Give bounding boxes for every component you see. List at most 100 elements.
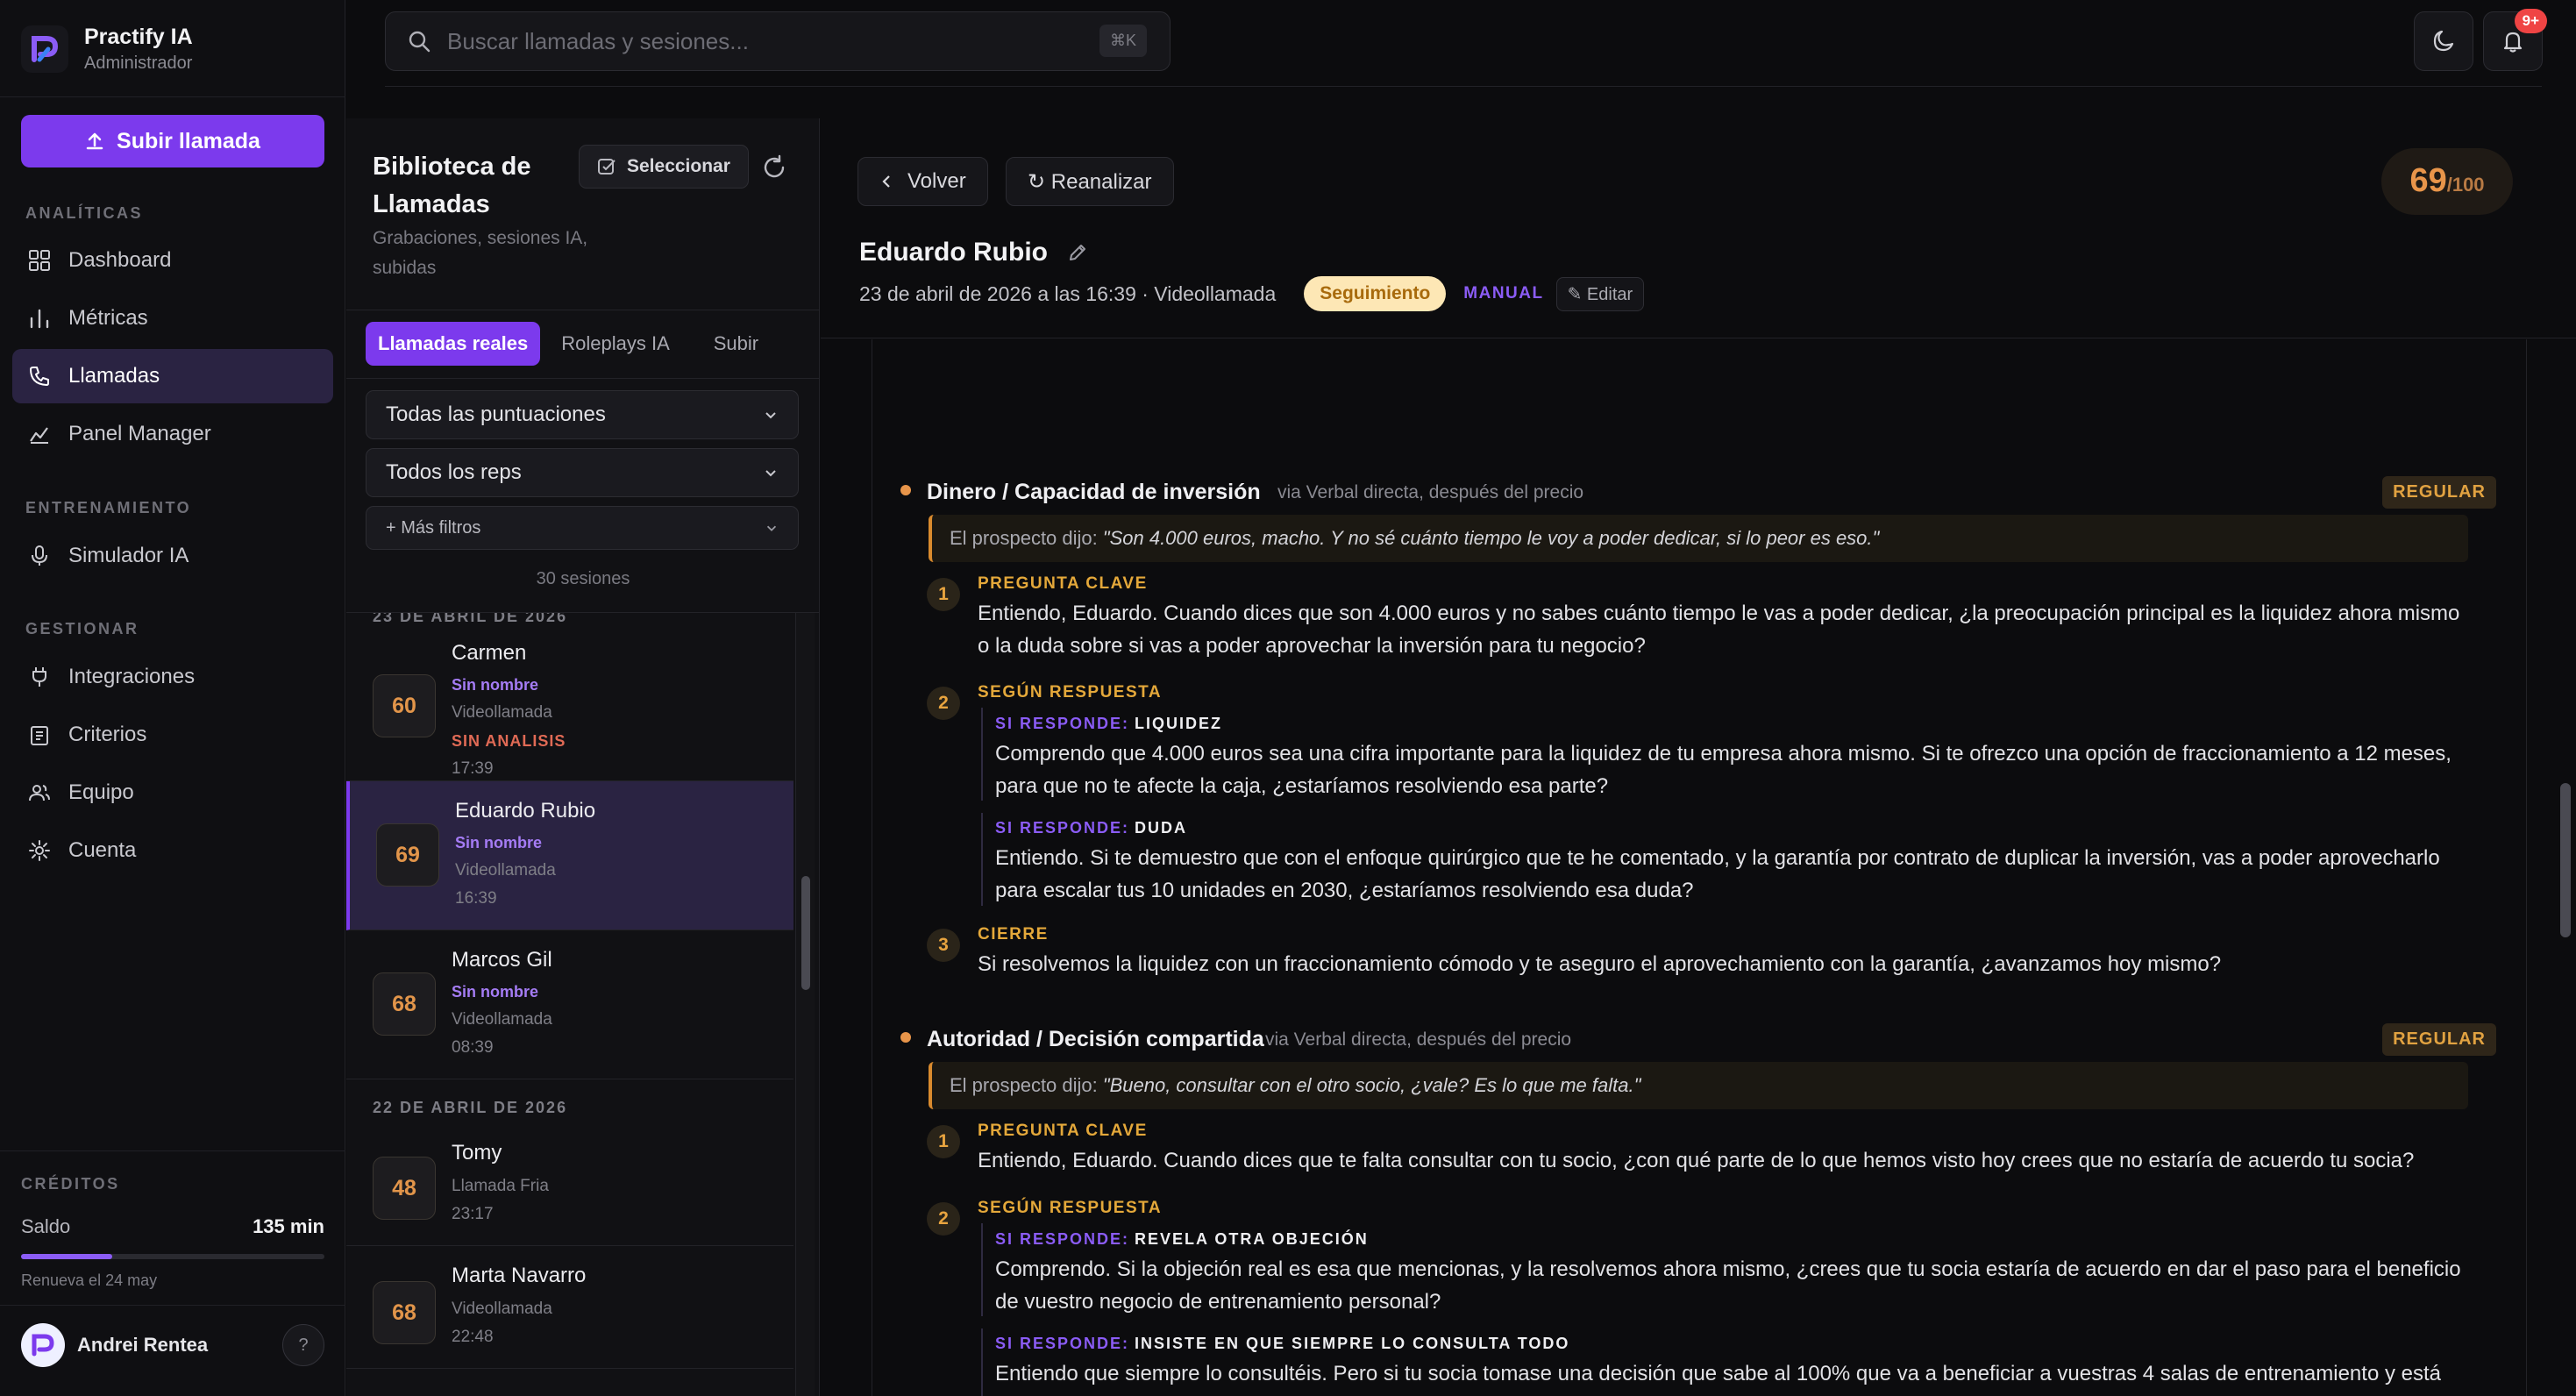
tab-llamadas-reales[interactable]: Llamadas reales: [366, 322, 541, 366]
notifications-button[interactable]: 9+: [2483, 9, 2547, 71]
upload-icon: [86, 132, 103, 150]
back-button[interactable]: Volver: [857, 157, 988, 206]
call-subtitle: 23 de abril de 2026 a las 16:39 · Videol…: [859, 276, 1645, 311]
sidebar-item-panel-manager[interactable]: Panel Manager: [12, 407, 333, 461]
call-status: SIN ANALISIS: [452, 732, 566, 750]
brand[interactable]: Practify IA Administrador: [21, 25, 193, 74]
brand-name: Practify IA: [84, 25, 193, 49]
sidebar-item-simulador[interactable]: Simulador IA: [12, 529, 333, 583]
more-filters-button[interactable]: + Más filtros: [366, 506, 799, 550]
upload-call-button[interactable]: Subir llamada: [21, 115, 324, 167]
sidebar-item-integraciones[interactable]: Integraciones: [12, 650, 333, 704]
tab-roleplays[interactable]: Roleplays IA: [549, 322, 682, 366]
step-label: CIERRE: [978, 925, 1049, 944]
call-contact-tag: Sin nombre: [455, 834, 543, 851]
objection-source: via Verbal directa, después del precio: [1277, 482, 1584, 502]
rep-filter-value: Todos los reps: [386, 460, 522, 484]
divider: [0, 1305, 345, 1306]
users-icon: [26, 780, 53, 806]
credits-label: CRÉDITOS: [21, 1175, 120, 1193]
call-type: Llamada Fria: [452, 1177, 549, 1195]
call-contact-tag: Sin nombre: [452, 676, 539, 694]
credits-progress-fill: [21, 1254, 112, 1259]
call-item-marcos-gil[interactable]: 68 Marcos Gil Sin nombre Videollamada 08…: [346, 930, 793, 1079]
call-name: Eduardo Rubio: [455, 799, 596, 823]
sidebar-item-metricas[interactable]: Métricas: [12, 291, 333, 345]
sidebar-item-label: Llamadas: [68, 364, 160, 388]
edit-tag-button[interactable]: ✎ Editar: [1555, 276, 1645, 311]
sidebar: Practify IA Administrador Subir llamada …: [0, 0, 345, 1396]
call-item-tomy[interactable]: 48 Tomy Llamada Fria 23:17: [346, 1123, 793, 1246]
call-score-value: 69: [2409, 162, 2447, 199]
chevron-down-icon: [766, 525, 777, 531]
library-tabs: Llamadas reales Roleplays IA Subir: [366, 322, 771, 366]
call-list-scrollbar[interactable]: [795, 613, 815, 1396]
brand-logo-icon: [21, 25, 68, 73]
user-menu[interactable]: Andrei Rentea ?: [21, 1321, 324, 1370]
call-library-panel: Biblioteca de Llamadas Grabaciones, sesi…: [346, 118, 820, 1396]
branch-response-text: Comprendo que 4.000 euros sea una cifra …: [995, 742, 2451, 798]
call-name: Carmen: [452, 641, 527, 665]
pencil-icon[interactable]: [1067, 242, 1088, 263]
sidebar-item-criterios[interactable]: Criterios: [12, 708, 333, 762]
response-branch: [981, 708, 983, 801]
search-input[interactable]: [447, 27, 1096, 55]
call-item-carmen[interactable]: 60 Carmen Sin nombre Videollamada SIN AN…: [346, 632, 793, 781]
key-question-text: Entiendo, Eduardo. Cuando dices que te f…: [978, 1149, 2415, 1172]
checkbox-icon: [598, 159, 616, 174]
call-item-eduardo-rubio[interactable]: 69 Eduardo Rubio Sin nombre Videollamada…: [346, 781, 793, 930]
credits-renew-date: Renueva el 24 may: [21, 1271, 158, 1289]
sidebar-item-label: Métricas: [68, 306, 148, 330]
step-label: PREGUNTA CLAVE: [978, 574, 1148, 593]
reanalyze-label: ↻ Reanalizar: [1028, 169, 1152, 194]
scrollbar-thumb[interactable]: [801, 876, 810, 990]
stage-tag[interactable]: Seguimiento: [1304, 276, 1447, 311]
mode-tag: MANUAL: [1463, 284, 1544, 303]
help-button[interactable]: ?: [282, 1324, 324, 1366]
rep-filter-select[interactable]: Todos los reps: [366, 448, 799, 497]
call-time: 23:17: [452, 1205, 494, 1223]
brand-role: Administrador: [84, 53, 193, 73]
tab-subir[interactable]: Subir: [701, 322, 771, 366]
score-badge: 48: [373, 1157, 436, 1220]
sidebar-item-dashboard[interactable]: Dashboard: [12, 233, 333, 288]
objection-source: via Verbal directa, después del precio: [1265, 1029, 1572, 1050]
prospect-quote: El prospecto dijo: "Bueno, consultar con …: [929, 1062, 2468, 1109]
sidebar-item-llamadas[interactable]: Llamadas: [12, 349, 333, 403]
upload-call-label: Subir llamada: [117, 128, 260, 153]
quote-text: "Son 4.000 euros, macho. Y no sé cuánto …: [1102, 527, 1880, 549]
reanalyze-button[interactable]: ↻ Reanalizar: [1006, 157, 1174, 206]
sidebar-item-equipo[interactable]: Equipo: [12, 766, 333, 820]
branch-condition: SI RESPONDE: LIQUIDEZ: [995, 715, 1223, 732]
sidebar-item-label: Criterios: [68, 723, 147, 746]
call-meta: Sin nombre Videollamada SIN ANALISIS 17:…: [452, 671, 566, 783]
scrollbar-thumb[interactable]: [2560, 783, 2571, 937]
back-label: Volver: [907, 169, 966, 193]
sidebar-item-cuenta[interactable]: Cuenta: [12, 823, 333, 878]
refresh-button[interactable]: [758, 152, 790, 183]
detail-scrollbar[interactable]: [2555, 339, 2576, 1396]
step-number: 2: [927, 687, 960, 720]
response-branch: [981, 1223, 983, 1316]
balance-label: Saldo: [21, 1215, 71, 1237]
search-icon: [409, 31, 431, 53]
call-time: 16:39: [455, 889, 497, 908]
step-number: 1: [927, 578, 960, 611]
score-filter-select[interactable]: Todas las puntuaciones: [366, 390, 799, 439]
objection-title: Dinero / Capacidad de inversión: [927, 480, 1261, 504]
score-badge: 68: [373, 1281, 436, 1344]
search-box[interactable]: ⌘K: [385, 11, 1171, 71]
call-score: 69 /100: [2381, 148, 2513, 215]
score-badge: 69: [376, 823, 439, 887]
quote-text: "Bueno, consultar con el otro socio, ¿va…: [1102, 1074, 1641, 1096]
call-meta: Sin nombre Videollamada 08:39: [452, 978, 552, 1062]
step-number: 1: [927, 1125, 960, 1158]
call-title: Eduardo Rubio: [859, 238, 1088, 267]
branch-response-text: Entiendo que siempre lo consultéis. Pero…: [995, 1362, 2441, 1396]
select-button[interactable]: Seleccionar: [579, 145, 749, 189]
objection-analysis: Dinero / Capacidad de inversión via Verb…: [872, 339, 2527, 1396]
call-item-marta-navarro[interactable]: 68 Marta Navarro Videollamada 22:48: [346, 1246, 793, 1369]
theme-toggle-button[interactable]: [2414, 11, 2473, 71]
library-title: Biblioteca de Llamadas: [373, 153, 531, 218]
credits-balance: Saldo 135 min: [21, 1215, 324, 1238]
